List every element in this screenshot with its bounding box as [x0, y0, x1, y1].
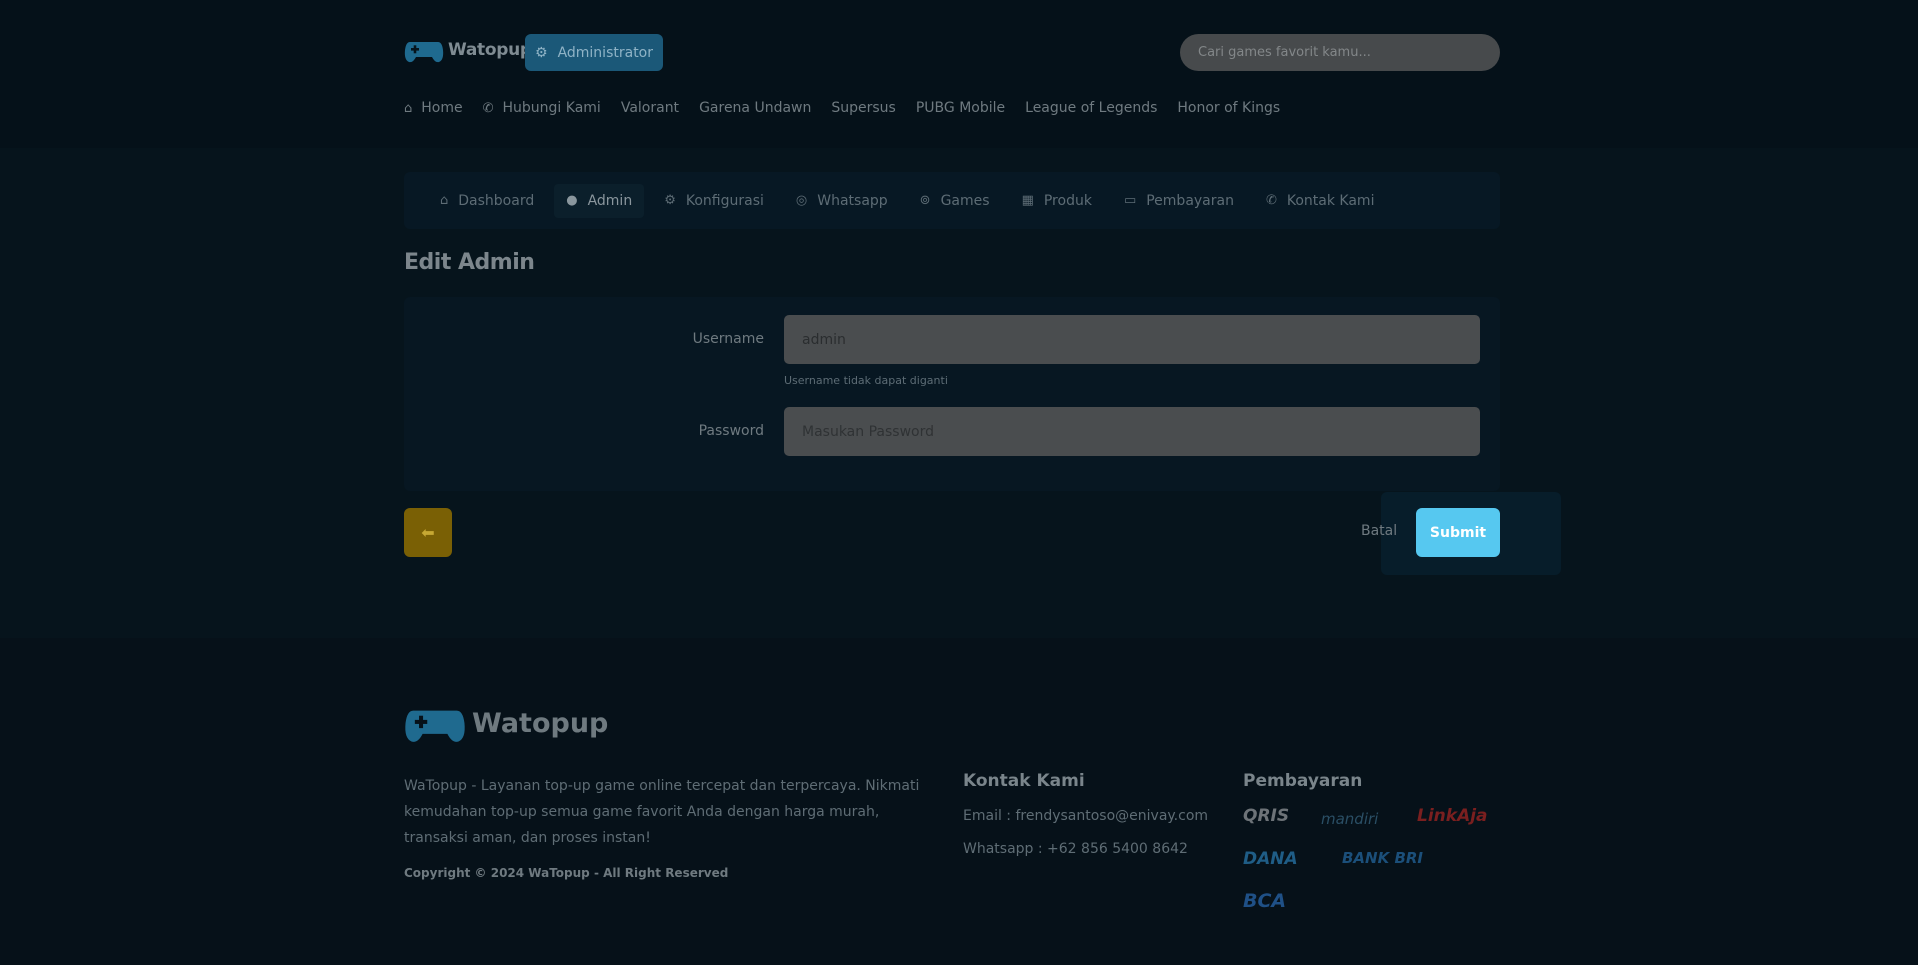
nav-label: Honor of Kings	[1177, 100, 1281, 116]
tab-label: Whatsapp	[817, 192, 888, 209]
site-logo[interactable]: Watopup	[404, 34, 532, 66]
nav-item-valorant[interactable]: Valorant	[621, 100, 679, 116]
nav-item-home[interactable]: ⌂ Home	[404, 100, 463, 116]
bri-logo: BANK BRI	[1342, 849, 1424, 867]
nav-label: PUBG Mobile	[915, 100, 1006, 116]
nav-label: Home	[421, 100, 463, 116]
footer	[0, 638, 1918, 965]
tab-label: Produk	[1043, 192, 1092, 209]
back-button[interactable]: ⬅	[404, 508, 452, 557]
calendar-icon: ▦	[1021, 193, 1034, 208]
linkaja-logo: LinkAja	[1417, 806, 1488, 826]
tab-label: Konfigurasi	[685, 192, 764, 209]
username-label: Username	[692, 331, 764, 347]
nav-item-league-of-legends[interactable]: League of Legends	[1025, 100, 1157, 116]
nav-label: Valorant	[620, 100, 680, 116]
tab-whatsapp[interactable]: ◎ Whatsapp	[784, 184, 900, 218]
nav-item-garena-undawn[interactable]: Garena Undawn	[699, 100, 811, 116]
top-header	[0, 0, 1918, 148]
gear-icon: ⚙	[664, 193, 676, 208]
tab-produk[interactable]: ▦ Produk	[1010, 184, 1104, 218]
tab-label: Pembayaran	[1146, 192, 1234, 209]
footer-logo[interactable]: Watopup	[404, 697, 608, 749]
tab-label: Games	[940, 192, 990, 209]
logo-text: Watopup	[448, 40, 532, 60]
arrow-left-icon: ⬅	[421, 524, 435, 542]
username-hint: Username tidak dapat diganti	[784, 374, 948, 387]
tab-pembayaran[interactable]: ▭ Pembayaran	[1112, 184, 1246, 218]
phone-icon: ✆	[1265, 193, 1277, 208]
password-field[interactable]	[784, 407, 1480, 456]
copyright: Copyright © 2024 WaTopup - All Right Res…	[404, 866, 729, 880]
nav-item-pubg-mobile[interactable]: PUBG Mobile	[916, 100, 1005, 116]
main-nav: ⌂ Home ✆ Hubungi Kami Valorant Garena Un…	[404, 100, 1280, 116]
gamepad-logo-icon	[404, 42, 444, 63]
administrator-label: Administrator	[557, 44, 653, 61]
admin-tab-bar: ⌂ Dashboard ● Admin ⚙ Konfigurasi ◎ What…	[404, 172, 1500, 229]
nav-label: Garena Undawn	[699, 100, 812, 116]
tab-dashboard[interactable]: ⌂ Dashboard	[428, 184, 546, 218]
payment-heading: Pembayaran	[1243, 771, 1363, 791]
gear-icon: ⚙	[535, 44, 548, 61]
tab-kontak-kami[interactable]: ✆ Kontak Kami	[1254, 184, 1387, 218]
nav-label: Supersus	[831, 100, 896, 116]
cancel-link[interactable]: Batal	[1361, 523, 1397, 539]
tab-label: Kontak Kami	[1286, 192, 1375, 209]
gamepad-icon: ⊚	[919, 193, 931, 208]
nav-item-hubungi-kami[interactable]: ✆ Hubungi Kami	[483, 100, 601, 116]
qris-logo: QRIS	[1243, 806, 1290, 826]
contact-heading: Kontak Kami	[963, 771, 1085, 791]
page-title: Edit Admin	[404, 250, 535, 275]
home-icon: ⌂	[404, 100, 413, 116]
user-icon: ●	[566, 193, 578, 208]
credit-card-icon: ▭	[1123, 193, 1137, 208]
footer-logo-text: Watopup	[472, 707, 609, 739]
tab-label: Dashboard	[458, 192, 535, 209]
tab-label: Admin	[587, 192, 633, 209]
dana-logo: DANA	[1243, 849, 1298, 869]
submit-button[interactable]: Submit	[1416, 508, 1500, 557]
contact-email[interactable]: Email : frendysantoso@enivay.com	[963, 808, 1208, 824]
nav-label: League of Legends	[1025, 100, 1158, 116]
gamepad-logo-icon	[405, 710, 465, 742]
tab-games[interactable]: ⊚ Games	[908, 184, 1002, 218]
tab-admin[interactable]: ● Admin	[554, 183, 645, 218]
home-icon: ⌂	[440, 193, 449, 208]
nav-label: Hubungi Kami	[502, 100, 601, 116]
contact-whatsapp[interactable]: Whatsapp : +62 856 5400 8642	[963, 841, 1188, 857]
phone-icon: ✆	[482, 100, 494, 116]
whatsapp-icon: ◎	[795, 193, 808, 208]
nav-item-honor-of-kings[interactable]: Honor of Kings	[1177, 100, 1280, 116]
mandiri-logo: mandiri	[1321, 810, 1379, 828]
bca-logo: BCA	[1243, 890, 1287, 912]
username-field[interactable]	[784, 315, 1480, 364]
nav-item-supersus[interactable]: Supersus	[831, 100, 895, 116]
search-input[interactable]	[1180, 34, 1500, 71]
administrator-button[interactable]: ⚙ Administrator	[525, 34, 663, 71]
footer-description: WaTopup - Layanan top-up game online ter…	[404, 778, 920, 846]
tab-konfigurasi[interactable]: ⚙ Konfigurasi	[652, 184, 776, 218]
edit-admin-form: Username Username tidak dapat diganti Pa…	[404, 297, 1500, 491]
password-label: Password	[698, 423, 764, 439]
